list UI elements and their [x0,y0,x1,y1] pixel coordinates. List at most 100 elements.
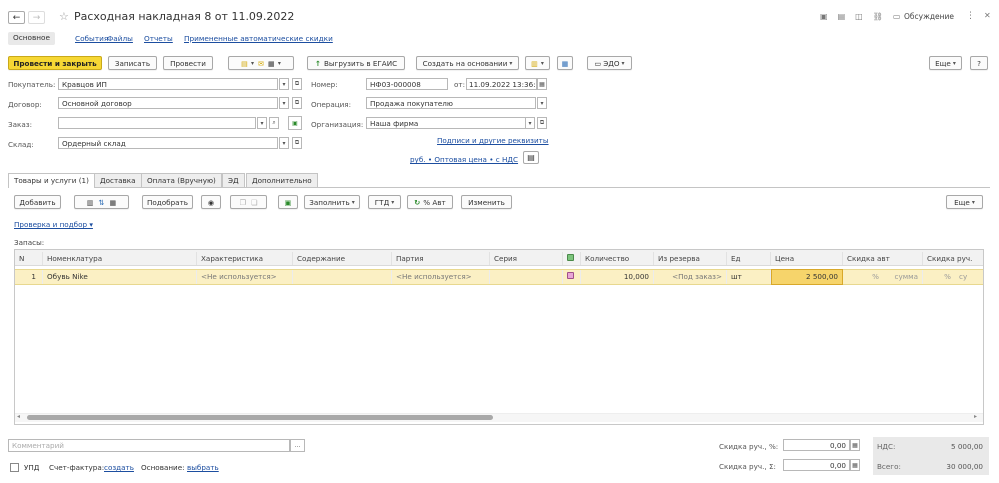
check-and-pick-link[interactable]: Проверка и подбор ▾ [14,220,93,229]
cell-discount-auto-sum[interactable]: сумма [883,270,923,284]
doc-actions-button[interactable]: ▤ ▾ ✉ ▦ ▾ [228,56,294,70]
basis-choose-link[interactable]: выбрать [187,463,219,472]
col-discount-manual[interactable]: Скидка руч. [923,252,983,265]
related-docs-button[interactable]: ▥ ▾ [525,56,550,70]
cell-content[interactable] [293,270,392,284]
cell-characteristic[interactable]: <Не используется> [197,270,293,284]
view-button[interactable]: ◉ [201,195,221,209]
col-batch[interactable]: Партия [392,252,490,265]
save-disk-icon[interactable]: ▣ [820,12,828,21]
cell-series[interactable] [490,270,563,284]
col-discount-auto[interactable]: Скидка авт [843,252,923,265]
price-settings-button[interactable]: ▤ [523,151,539,164]
cell-price[interactable]: 2 500,00 [771,269,843,285]
buyer-field[interactable]: Кравцов ИП [58,78,278,90]
cell-discount-manual-pct[interactable]: % [923,270,955,284]
post-button[interactable]: Провести [163,56,213,70]
col-series[interactable]: Серия [490,252,563,265]
more-menu-icon[interactable]: ⋮ [966,11,975,21]
edo-button[interactable]: ▭ ЭДО ▾ [587,56,632,70]
operation-field[interactable]: Продажа покупателю [366,97,536,109]
tab-goods[interactable]: Товары и услуги (1) [8,173,95,188]
close-icon[interactable]: ✕ [984,11,991,20]
pick-button[interactable]: Подобрать [142,195,193,209]
copy-paste-button[interactable]: ❐ ❏ [230,195,267,209]
cell-reserve[interactable]: <Под заказ> [654,270,727,284]
cell-nomenclature[interactable]: Обувь Nike [43,270,197,284]
preview-icon[interactable]: ◫ [855,12,863,21]
scroll-left-arrow-icon[interactable]: ◂ [17,413,20,420]
cell-discount-manual-sum[interactable]: су [955,270,983,284]
organization-field[interactable]: Наша фирма [366,117,526,129]
order-dropdown-button[interactable]: ▾ [257,117,267,129]
warehouse-open-button[interactable]: ⧉ [292,137,302,149]
scrollbar-thumb[interactable] [27,415,493,420]
buyer-dropdown-button[interactable]: ▾ [279,78,289,90]
buyer-open-button[interactable]: ⧉ [292,78,302,90]
nav-link-auto-discounts[interactable]: Примененные автоматические скидки [184,34,333,43]
create-based-button[interactable]: Создать на основании ▾ [416,56,519,70]
back-button[interactable]: ← [8,11,25,24]
calendar-icon[interactable]: ▦ [537,78,547,90]
discussion-icon[interactable]: ▭ [893,12,901,21]
col-nomenclature[interactable]: Номенклатура [43,252,197,265]
date-field[interactable]: 11.09.2022 13:36:07 [466,78,537,90]
col-marker[interactable] [563,252,581,265]
manual-discount-sum-field[interactable]: 0,00 [783,459,850,471]
upd-checkbox[interactable] [10,463,19,472]
post-and-close-button[interactable]: Провести и закрыть [8,56,102,70]
warehouse-dropdown-button[interactable]: ▾ [279,137,289,149]
col-characteristic[interactable]: Характеристика [197,252,293,265]
cell-quantity[interactable]: 10,000 [581,270,654,284]
contract-field[interactable]: Основной договор [58,97,278,109]
cell-marker[interactable] [563,270,581,284]
col-reserve[interactable]: Из резерва [654,252,727,265]
fill-button[interactable]: Заполнить ▾ [304,195,360,209]
tab-additional[interactable]: Дополнительно [246,173,318,187]
auto-discount-button[interactable]: ↻% Авт [407,195,453,209]
invoice-create-link[interactable]: создать [104,463,134,472]
contract-open-button[interactable]: ⧉ [292,97,302,109]
tab-ed[interactable]: ЭД [222,173,245,187]
calculator-icon[interactable]: ▦ [850,439,860,451]
scroll-right-arrow-icon[interactable]: ▸ [974,413,977,420]
add-row-button[interactable]: Добавить [14,195,61,209]
row-actions-button[interactable]: ▥ ⇅ ▦ [74,195,129,209]
link-icon[interactable]: ⛓ [873,12,883,21]
manual-discount-pct-field[interactable]: 0,00 [783,439,850,451]
cell-batch[interactable]: <Не используется> [392,270,490,284]
cell-discount-auto-pct[interactable]: % [843,270,883,284]
comment-open-button[interactable]: … [290,439,305,452]
excel-button[interactable]: ▣ [278,195,298,209]
upload-egais-button[interactable]: ↑ Выгрузить в ЕГАИС [307,56,405,70]
change-button[interactable]: Изменить [461,195,512,209]
warehouse-field[interactable]: Ордерный склад [58,137,278,149]
more-button[interactable]: Еще ▾ [929,56,962,70]
nav-tab-main[interactable]: Основное [8,32,56,45]
tab-delivery[interactable]: Доставка [94,173,142,187]
col-n[interactable]: N [15,252,43,265]
cell-unit[interactable]: шт [727,270,771,284]
favorite-star-icon[interactable]: ☆ [59,10,69,23]
contract-dropdown-button[interactable]: ▾ [279,97,289,109]
organization-open-button[interactable]: ⧉ [537,117,547,129]
save-button[interactable]: Записать [108,56,157,70]
help-button[interactable]: ? [970,56,988,70]
structure-view-button[interactable]: ▦ [557,56,573,70]
print-icon[interactable]: ▤ [838,12,846,21]
col-quantity[interactable]: Количество [581,252,654,265]
goods-more-button[interactable]: Еще ▾ [946,195,983,209]
nav-link-files[interactable]: Файлы [107,34,133,43]
gtd-button[interactable]: ГТД ▾ [368,195,401,209]
comment-field[interactable]: Комментарий [8,439,290,452]
nav-link-events[interactable]: События [75,34,108,43]
col-unit[interactable]: Ед [727,252,771,265]
forward-button[interactable]: → [28,11,45,24]
price-type-link[interactable]: руб. • Оптовая цена • с НДС [410,155,518,164]
order-field[interactable] [58,117,256,129]
col-price[interactable]: Цена [771,252,843,265]
tab-payment[interactable]: Оплата (Вручную) [141,173,222,187]
organization-dropdown-button[interactable]: ▾ [525,117,535,129]
order-search-button[interactable]: ⌕ [269,117,279,129]
nav-link-reports[interactable]: Отчеты [144,34,173,43]
